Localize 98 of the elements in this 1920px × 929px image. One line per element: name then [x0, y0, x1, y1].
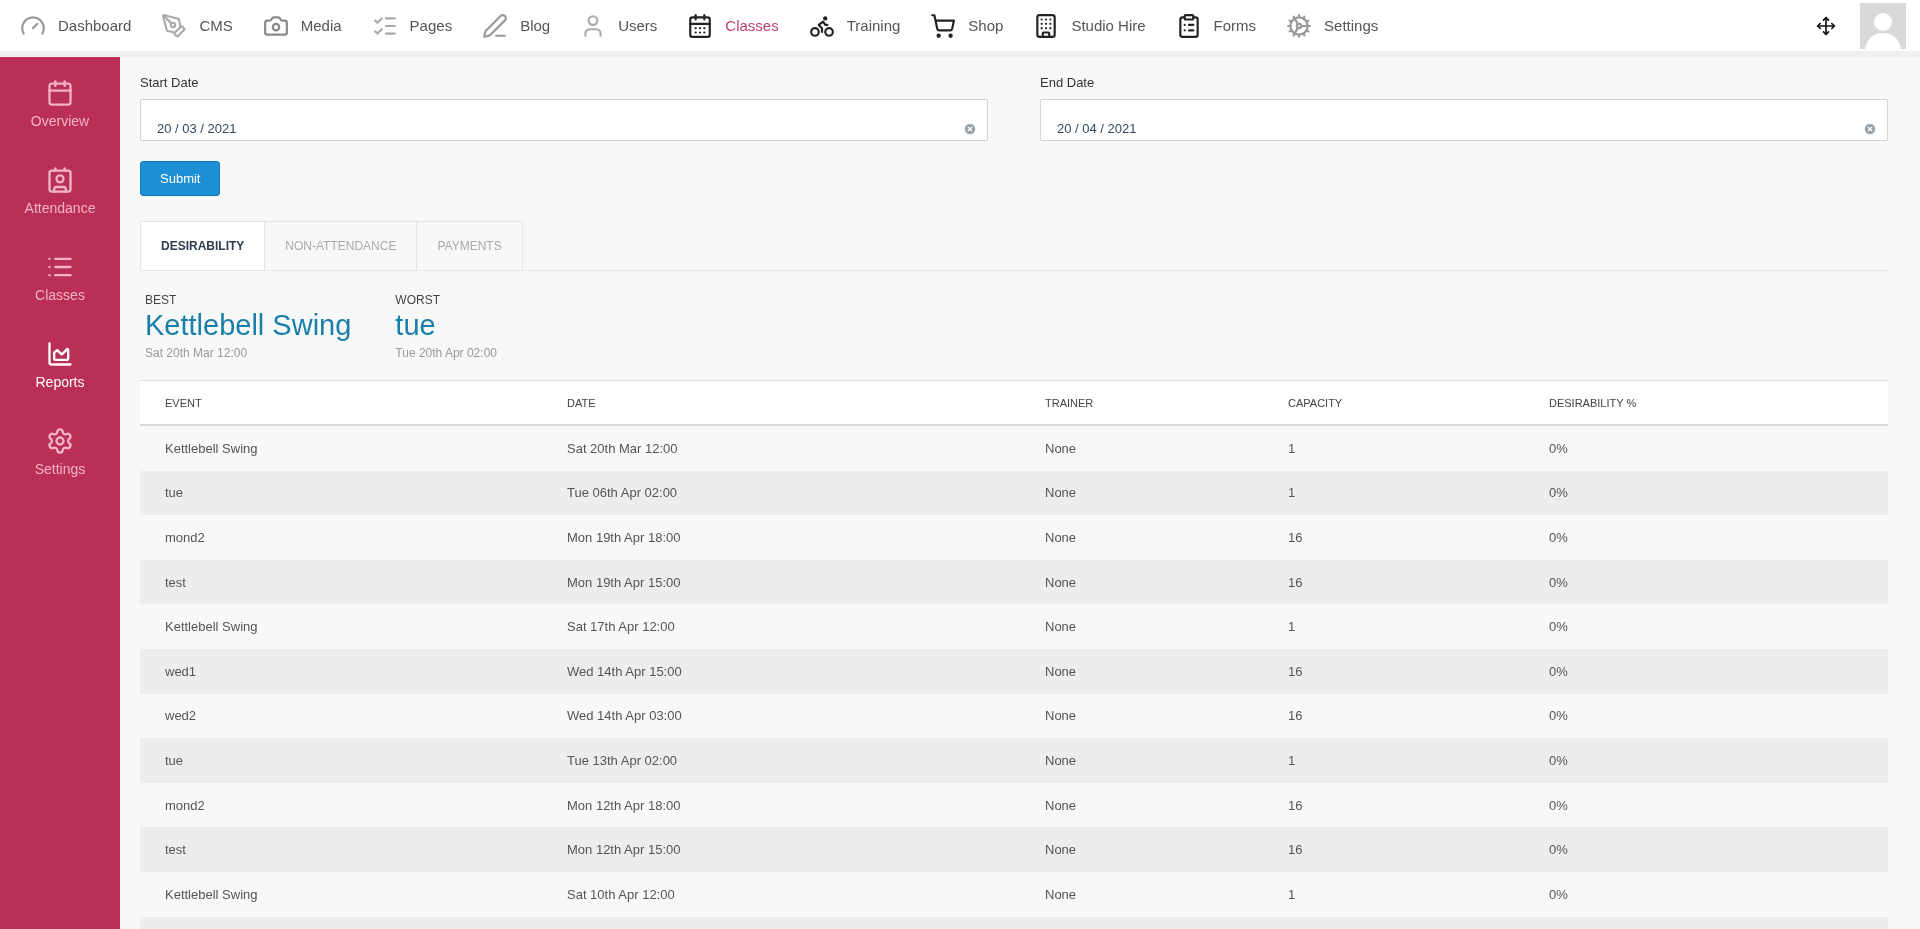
column-header: TRAINER: [1045, 396, 1095, 409]
table-cell-text: None: [1045, 619, 1078, 635]
table-cell-text: None: [1045, 485, 1078, 501]
pencil-icon: [482, 12, 509, 39]
nav-item[interactable]: Studio Hire: [1033, 12, 1146, 39]
table-cell-text: 1: [1288, 485, 1297, 501]
table-cell-text: 0%: [1549, 663, 1569, 679]
summary-event: tue: [395, 309, 437, 342]
table-cell-text: tue: [165, 752, 185, 768]
table-cell-text: 16: [1288, 797, 1304, 813]
table-cell-text: None: [1045, 530, 1078, 545]
table-cell-text: None: [1045, 440, 1078, 456]
table-cell-text: None: [1045, 842, 1078, 858]
table-cell-text: None: [1045, 663, 1078, 679]
table-cell-text: None: [1045, 752, 1078, 768]
table-cell-text: Sat 17th Apr 12:00: [567, 619, 676, 635]
table-cell-text: Mon 12th Apr 15:00: [567, 842, 682, 858]
table-cell-text: mond2: [165, 530, 206, 545]
nav-item[interactable]: Media: [262, 12, 342, 39]
table-cell-text: Sat 20th Mar 12:00: [567, 440, 679, 456]
tab[interactable]: DESIRABILITY: [140, 221, 266, 270]
table-cell-text: Wed 14th Apr 15:00: [567, 663, 683, 679]
summary-event: Kettlebell Swing: [145, 309, 352, 342]
table-cell-text: Wed 14th Apr 03:00: [567, 708, 683, 724]
table-cell-text: 0%: [1549, 708, 1569, 724]
table-cell-text: 1: [1288, 752, 1297, 768]
column-header: EVENT: [165, 396, 203, 409]
summary-date: Tue 20th Apr 02:00: [395, 346, 497, 360]
settings-icon: [1286, 12, 1313, 39]
nav-item[interactable]: Dashboard: [20, 12, 132, 39]
table-cell-text: 0%: [1549, 530, 1569, 545]
table-cell-text: Kettlebell Swing: [165, 440, 259, 456]
cart-icon: [930, 12, 957, 39]
nav-item[interactable]: Shop: [930, 12, 1004, 39]
sidebar-item[interactable]: Reports: [35, 340, 85, 390]
nav-item[interactable]: CMS: [161, 12, 233, 39]
table-cell-text: wed2: [165, 708, 198, 724]
calendar-icon: [687, 12, 714, 39]
table-cell-text: 0%: [1549, 485, 1569, 501]
table-cell-text: tue: [165, 485, 185, 501]
table-cell-text: 0%: [1549, 574, 1569, 590]
table-cell-text: None: [1045, 708, 1078, 724]
table-cell-text: 16: [1288, 574, 1304, 590]
table-cell-text: wed1: [165, 663, 198, 679]
table-cell-text: 16: [1288, 530, 1304, 545]
date-field[interactable]: 20 / 04 / 2021: [1040, 99, 1888, 141]
avatar[interactable]: [1860, 2, 1906, 49]
table-cell-text: test: [165, 574, 187, 590]
submit-button[interactable]: Submit: [140, 161, 221, 196]
column-header: CAPACITY: [1288, 396, 1344, 409]
table-cell-text: Mon 19th Apr 18:00: [567, 530, 682, 545]
table-cell-text: None: [1045, 886, 1078, 902]
table-cell-text: mond2: [165, 797, 206, 813]
nav-item[interactable]: Classes: [687, 12, 779, 39]
chart-icon: [46, 340, 74, 368]
table-cell-text: 1: [1288, 440, 1297, 456]
table-cell-text: 16: [1288, 842, 1304, 858]
nav-item[interactable]: Pages: [371, 12, 453, 39]
table-cell-text: Sat 10th Apr 12:00: [567, 886, 676, 902]
table-cell-text: None: [1045, 797, 1078, 813]
summary-label: BEST: [145, 293, 178, 307]
clear-icon[interactable]: [963, 122, 977, 136]
nav-item[interactable]: Users: [580, 12, 658, 39]
table-cell-text: Tue 06th Apr 02:00: [567, 485, 679, 501]
summary-label: WORST: [395, 293, 441, 307]
table-cell-text: test: [165, 842, 187, 858]
table-cell-text: None: [1045, 574, 1078, 590]
nav-item[interactable]: Settings: [1286, 12, 1379, 39]
nav-item[interactable]: Blog: [482, 12, 551, 39]
table-cell-text: 1: [1288, 619, 1297, 635]
calendar-icon: [46, 79, 74, 107]
clear-icon[interactable]: [1863, 122, 1877, 136]
id-card-icon: [46, 166, 74, 194]
table-cell-text: 0%: [1549, 886, 1569, 902]
column-header: DATE: [567, 396, 597, 409]
table-cell-text: 0%: [1549, 752, 1569, 768]
column-header: DESIRABILITY %: [1549, 396, 1638, 409]
summary-date: Sat 20th Mar 12:00: [145, 346, 249, 360]
table-cell-text: Kettlebell Swing: [165, 886, 259, 902]
nav-item[interactable]: Training: [808, 12, 901, 39]
table-cell-text: 16: [1288, 708, 1304, 724]
table-cell-text: 16: [1288, 663, 1304, 679]
table-cell-text: 1: [1288, 886, 1297, 902]
settings-icon: [46, 427, 74, 455]
table-cell-text: Mon 12th Apr 18:00: [567, 797, 682, 813]
table-cell-text: Mon 19th Apr 15:00: [567, 574, 682, 590]
nav-item[interactable]: Forms: [1175, 12, 1257, 39]
date-field[interactable]: 20 / 03 / 2021: [140, 99, 988, 141]
field-label: End Date: [1040, 75, 1096, 90]
table-cell-text: 0%: [1549, 842, 1569, 858]
table-cell-text: Tue 13th Apr 02:00: [567, 752, 679, 768]
table-cell-text: 0%: [1549, 619, 1569, 635]
table-cell-text: Kettlebell Swing: [165, 619, 259, 635]
move-icon[interactable]: [1816, 15, 1836, 36]
table-cell-text: 0%: [1549, 797, 1569, 813]
pen-icon: [161, 12, 188, 39]
table-cell-text: 0%: [1549, 440, 1569, 456]
field-label: Start Date: [140, 75, 200, 90]
